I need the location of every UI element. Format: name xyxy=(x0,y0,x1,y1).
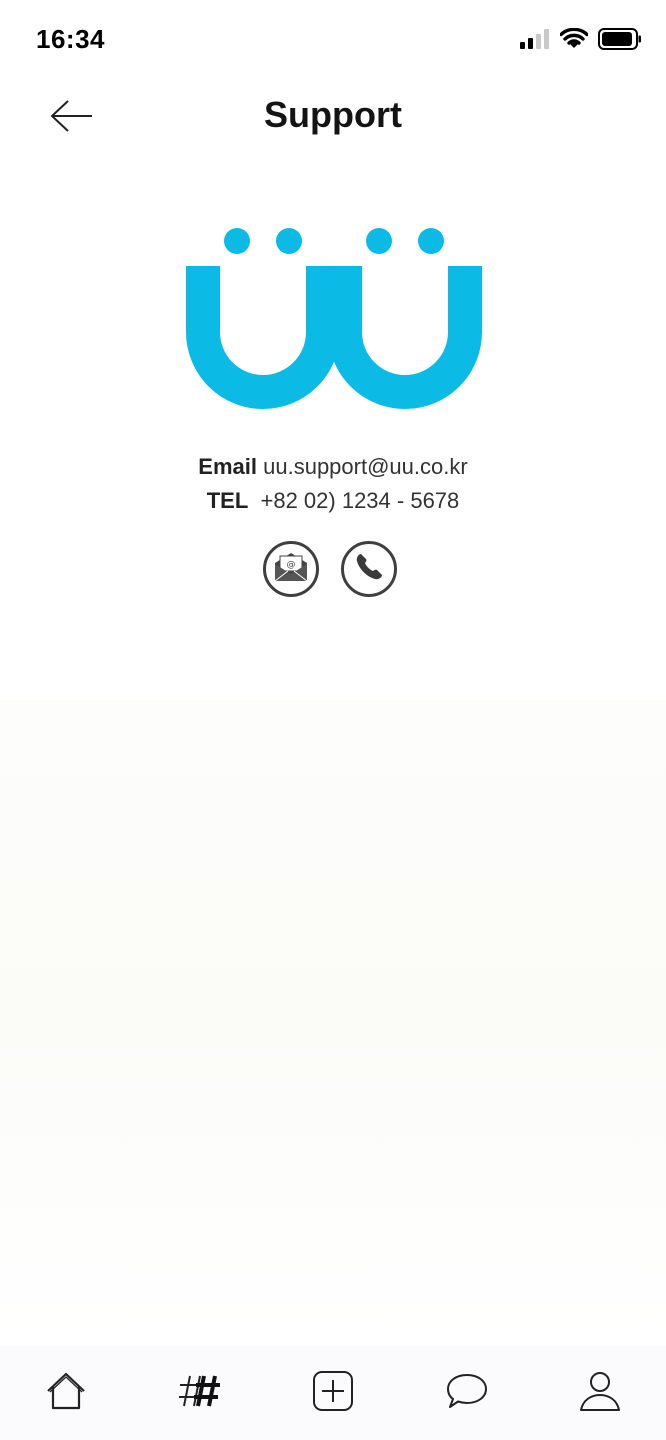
home-icon xyxy=(45,1371,87,1416)
tel-value[interactable]: +82 02) 1234 - 5678 xyxy=(261,488,460,513)
brand-logo xyxy=(183,222,483,417)
email-label: Email xyxy=(198,454,257,479)
content-area xyxy=(0,700,666,1340)
nav-add[interactable] xyxy=(311,1370,355,1417)
battery-icon xyxy=(598,28,642,55)
wifi-icon xyxy=(559,27,589,55)
tel-row: TEL +82 02) 1234 - 5678 xyxy=(0,484,666,518)
contact-actions: @ xyxy=(263,541,397,597)
status-icons xyxy=(520,27,642,55)
phone-button[interactable] xyxy=(341,541,397,597)
nav-home[interactable] xyxy=(44,1371,88,1415)
email-icon: @ xyxy=(273,551,309,588)
contact-info: Email uu.support@uu.co.kr TEL +82 02) 12… xyxy=(0,450,666,518)
nav-chat[interactable] xyxy=(445,1371,489,1415)
status-bar: 16:34 xyxy=(0,0,666,80)
header: Support xyxy=(0,80,666,156)
chat-icon xyxy=(445,1371,489,1416)
profile-icon xyxy=(579,1370,621,1417)
hashtag-icon xyxy=(178,1373,222,1414)
email-row: Email uu.support@uu.co.kr xyxy=(0,450,666,484)
tel-label: TEL xyxy=(206,488,249,513)
add-icon xyxy=(312,1370,354,1417)
nav-hashtag[interactable] xyxy=(178,1371,222,1415)
bottom-nav xyxy=(0,1346,666,1440)
signal-icon xyxy=(520,29,550,54)
svg-text:@: @ xyxy=(287,560,296,570)
page-title: Support xyxy=(264,94,402,135)
email-value[interactable]: uu.support@uu.co.kr xyxy=(263,454,468,479)
phone-icon xyxy=(353,551,385,588)
nav-profile[interactable] xyxy=(578,1371,622,1415)
status-time: 16:34 xyxy=(36,24,105,54)
email-button[interactable]: @ xyxy=(263,541,319,597)
